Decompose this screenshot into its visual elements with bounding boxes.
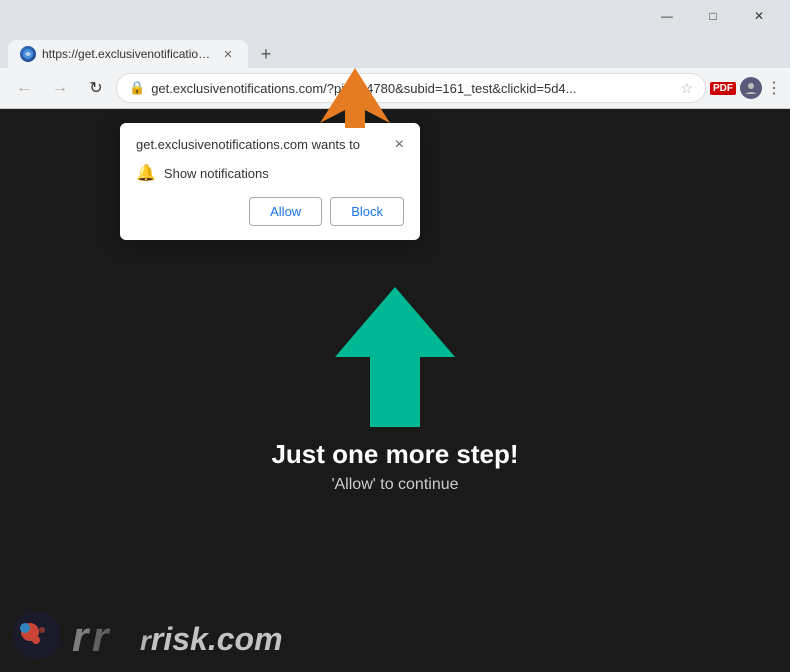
block-button[interactable]: Block bbox=[330, 197, 404, 226]
green-up-arrow-icon bbox=[335, 287, 455, 427]
titlebar: — □ ✕ bbox=[0, 0, 790, 32]
popup-close-button[interactable]: × bbox=[395, 137, 404, 153]
back-button[interactable]: ← bbox=[8, 72, 40, 104]
svg-text:r: r bbox=[92, 613, 111, 658]
orange-arrow-decoration bbox=[320, 68, 390, 133]
tab-favicon bbox=[20, 46, 36, 62]
maximize-button[interactable]: □ bbox=[690, 0, 736, 32]
address-bar[interactable]: 🔒 get.exclusivenotifications.com/?pid=54… bbox=[116, 73, 706, 103]
watermark-text-container: r r rrisk.com bbox=[70, 613, 283, 658]
window-controls: — □ ✕ bbox=[644, 0, 782, 32]
pdf-badge: PDF bbox=[710, 82, 736, 95]
lock-icon: 🔒 bbox=[129, 80, 145, 96]
notification-popup: get.exclusivenotifications.com wants to … bbox=[120, 123, 420, 240]
bell-icon: 🔔 bbox=[136, 163, 156, 183]
close-button[interactable]: ✕ bbox=[736, 0, 782, 32]
allow-button[interactable]: Allow bbox=[249, 197, 322, 226]
new-tab-button[interactable]: + bbox=[252, 40, 280, 68]
popup-header: get.exclusivenotifications.com wants to … bbox=[136, 137, 404, 153]
profile-avatar[interactable] bbox=[740, 77, 762, 99]
svg-text:r: r bbox=[72, 613, 91, 658]
popup-row-text: Show notifications bbox=[164, 166, 269, 181]
forward-button[interactable]: → bbox=[44, 72, 76, 104]
watermark-brand-icon: r r bbox=[70, 613, 140, 658]
tab-close-button[interactable]: ✕ bbox=[220, 46, 236, 62]
watermark: r r rrisk.com bbox=[12, 610, 283, 660]
popup-notification-row: 🔔 Show notifications bbox=[136, 163, 404, 183]
page-subtext: 'Allow' to continue bbox=[331, 476, 458, 494]
page-heading: Just one more step! bbox=[271, 439, 518, 470]
active-tab[interactable]: https://get.exclusivenotifications... ✕ bbox=[8, 40, 248, 68]
tabbar: https://get.exclusivenotifications... ✕ … bbox=[0, 32, 790, 68]
browser-chrome: https://get.exclusivenotifications... ✕ … bbox=[0, 32, 790, 109]
minimize-button[interactable]: — bbox=[644, 0, 690, 32]
refresh-button[interactable]: ↻ bbox=[80, 72, 112, 104]
address-text: get.exclusivenotifications.com/?pid=5478… bbox=[151, 81, 674, 96]
popup-actions: Allow Block bbox=[136, 197, 404, 226]
watermark-brand-text: rrisk.com bbox=[140, 621, 283, 658]
green-arrow-section: Just one more step! 'Allow' to continue bbox=[271, 287, 518, 494]
popup-title: get.exclusivenotifications.com wants to bbox=[136, 137, 387, 152]
page-content: get.exclusivenotifications.com wants to … bbox=[0, 109, 790, 672]
tab-title: https://get.exclusivenotifications... bbox=[42, 47, 214, 61]
navbar: ← → ↻ 🔒 get.exclusivenotifications.com/?… bbox=[0, 68, 790, 108]
menu-button[interactable]: ⋮ bbox=[766, 78, 782, 98]
watermark-logo-icon bbox=[12, 610, 62, 660]
bookmark-icon[interactable]: ☆ bbox=[680, 80, 693, 97]
